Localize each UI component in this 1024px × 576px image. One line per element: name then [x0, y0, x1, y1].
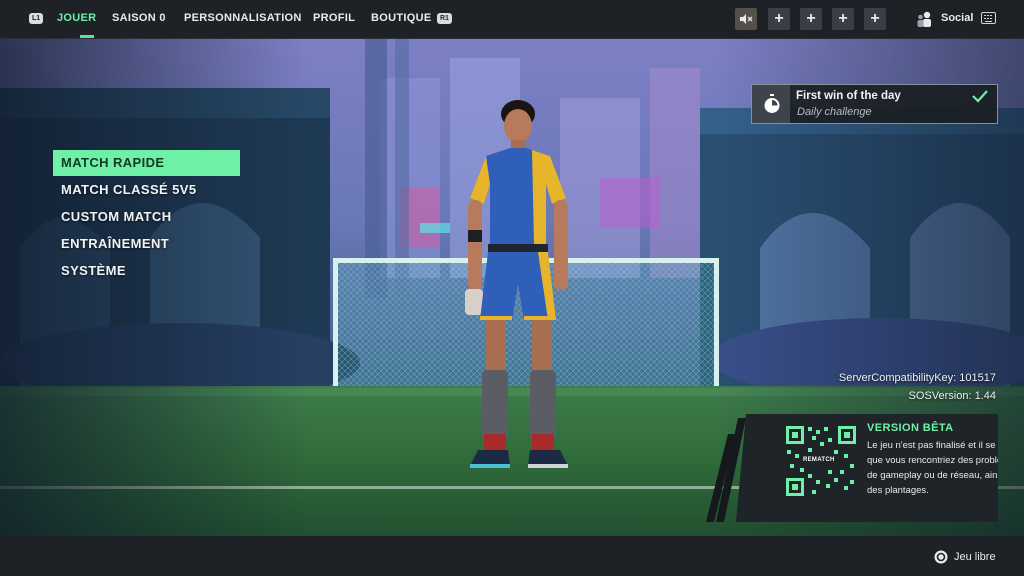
r1-button-hint: R1 [437, 13, 452, 24]
menu-item-systeme[interactable]: SYSTÈME [53, 258, 240, 284]
tab-jouer[interactable]: JOUER [57, 12, 96, 24]
challenge-title: First win of the day [796, 90, 901, 102]
challenge-subtitle: Daily challenge [797, 106, 872, 118]
circle-button-icon [934, 550, 948, 564]
beta-title: VERSION BÊTA [867, 422, 954, 434]
daily-challenge-card: First win of the day Daily challenge [751, 84, 998, 124]
keyboard-icon[interactable] [981, 12, 996, 24]
menu-item-match-rapide[interactable]: MATCH RAPIDE [53, 150, 240, 176]
challenge-icon-box [752, 85, 790, 123]
active-tab-indicator [80, 35, 94, 38]
people-icon [917, 11, 931, 27]
tab-profil[interactable]: PROFIL [313, 12, 355, 24]
sos-version: SOSVersion: 1.44 [908, 390, 996, 402]
menu-item-custom-match[interactable]: CUSTOM MATCH [53, 204, 240, 230]
bottom-bar: Jeu libre [0, 538, 1024, 576]
party-slot-add-4[interactable]: + [864, 8, 886, 30]
menu-item-entrainement[interactable]: ENTRAÎNEMENT [53, 231, 240, 257]
beta-notice-panel: REMATCH VERSION BÊTA Le jeu n'est pas fi… [706, 414, 998, 524]
top-navigation-bar: L1 JOUER SAISON 0 PERSONNALISATION PROFI… [0, 0, 1024, 39]
tab-saison[interactable]: SAISON 0 [112, 12, 166, 24]
party-slot-add-1[interactable]: + [768, 8, 790, 30]
beta-panel-body: REMATCH VERSION BÊTA Le jeu n'est pas fi… [736, 414, 998, 522]
player-character [465, 100, 568, 468]
player-avatar-slot[interactable] [735, 8, 757, 30]
party-slot-add-3[interactable]: + [832, 8, 854, 30]
tab-personnalisation[interactable]: PERSONNALISATION [184, 12, 302, 24]
party-slot-add-2[interactable]: + [800, 8, 822, 30]
tab-boutique[interactable]: BOUTIQUE [371, 12, 431, 24]
server-compatibility-key: ServerCompatibilityKey: 101517 [838, 372, 996, 384]
social-label[interactable]: Social [941, 12, 973, 24]
muted-speaker-icon [740, 14, 753, 24]
free-play-label[interactable]: Jeu libre [954, 551, 996, 563]
check-icon [972, 90, 988, 103]
qr-label: REMATCH [800, 456, 838, 464]
stopwatch-icon [764, 94, 780, 113]
menu-item-match-classe[interactable]: MATCH CLASSÉ 5V5 [53, 177, 240, 203]
l1-button-hint: L1 [29, 13, 44, 24]
